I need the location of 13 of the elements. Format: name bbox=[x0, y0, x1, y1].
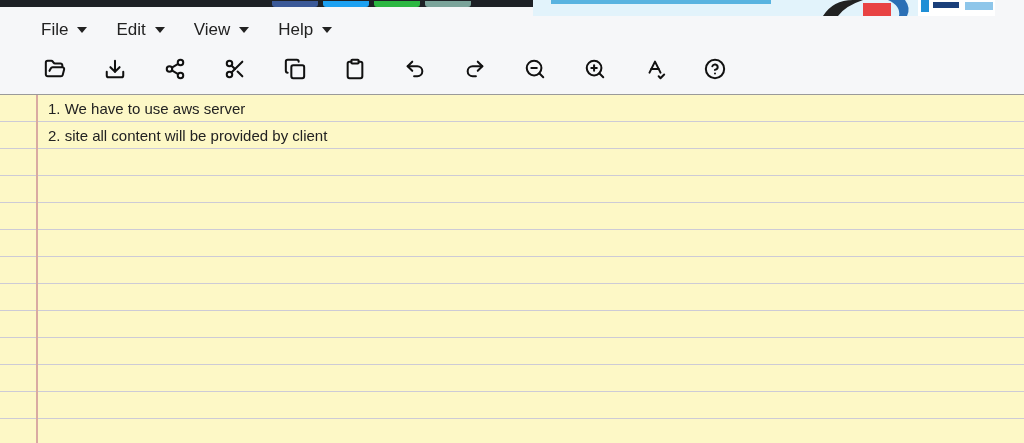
caret-icon bbox=[239, 26, 250, 33]
menu-item[interactable]: Help bbox=[278, 16, 333, 43]
menu-item[interactable]: Edit bbox=[116, 16, 165, 43]
note-line: 2. site all content will be provided by client bbox=[48, 126, 328, 146]
help-icon[interactable] bbox=[703, 56, 727, 81]
note-line: 1. We have to use aws server bbox=[48, 99, 247, 119]
menu-item[interactable]: File bbox=[41, 16, 88, 43]
menu-item[interactable]: View bbox=[193, 16, 250, 43]
caret-icon bbox=[77, 26, 88, 33]
caret-icon bbox=[154, 26, 165, 33]
caret-icon bbox=[322, 26, 333, 33]
copy-icon[interactable] bbox=[283, 56, 307, 81]
share-icon[interactable] bbox=[163, 56, 187, 81]
